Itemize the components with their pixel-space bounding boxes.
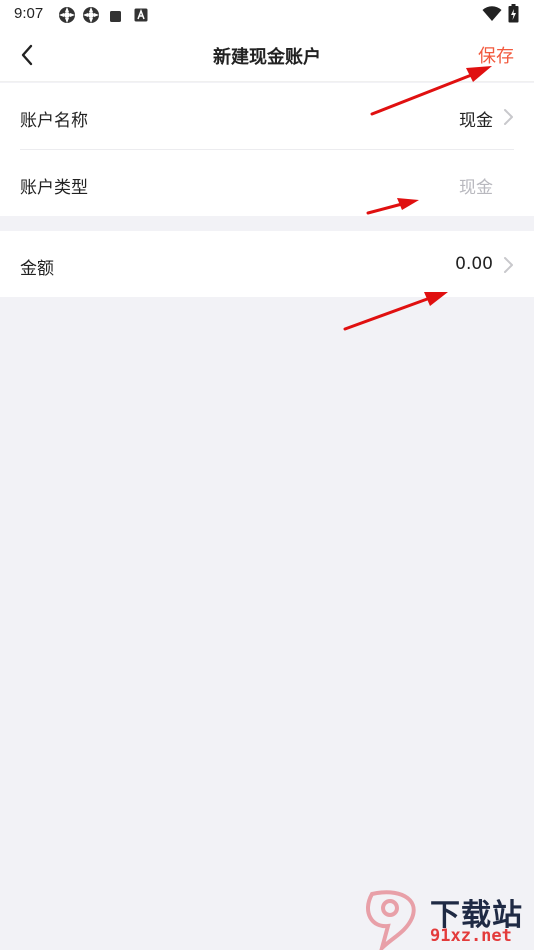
account-type-row: 账户类型 现金 [0,150,534,217]
account-name-label: 账户名称 [20,111,88,131]
account-type-value: 现金 [459,178,493,198]
stop-square-icon [109,8,122,27]
watermark: 下载站 91xz.net [362,888,534,950]
chevron-right-icon [504,109,513,125]
wifi-icon [482,6,502,26]
amount-label: 金额 [20,259,54,279]
nav-bar: 新建现金账户 保存 [0,28,534,82]
status-bar: 9:07 [0,0,534,28]
account-name-value: 现金 [459,111,493,131]
font-a-icon [134,7,148,26]
chevron-right-icon [504,257,513,273]
battery-charging-icon [508,4,519,27]
settings-gear-icon [82,6,100,28]
amount-row[interactable]: 金额 0.00 [0,231,534,298]
account-type-label: 账户类型 [20,178,88,198]
status-time: 9:07 [14,5,44,22]
account-name-row[interactable]: 账户名称 现金 [0,83,534,150]
watermark-text-bottom: 91xz.net [430,926,512,946]
watermark-logo-icon [366,890,416,950]
page-title: 新建现金账户 [213,47,321,68]
amount-card: 金额 0.00 [0,231,534,297]
save-button[interactable]: 保存 [478,42,514,68]
account-info-card: 账户名称 现金 账户类型 现金 [0,83,534,216]
settings-gear-icon [58,6,76,28]
amount-value: 0.00 [455,254,493,274]
